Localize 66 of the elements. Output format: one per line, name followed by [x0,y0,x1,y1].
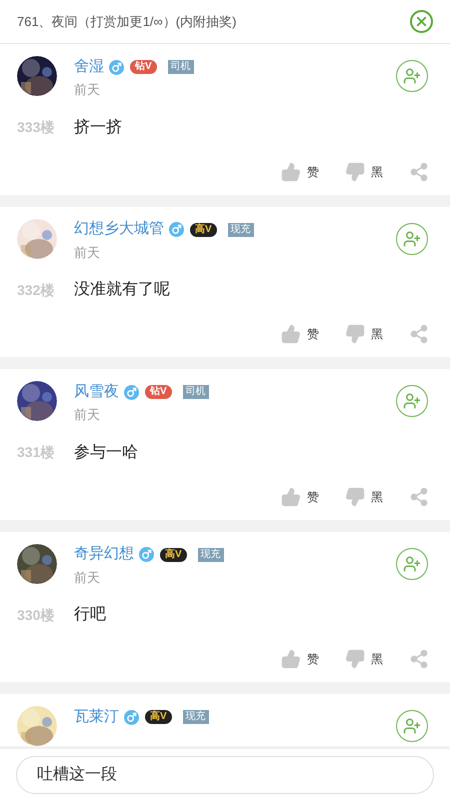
user-tag: 司机 [168,60,194,74]
comment-text: 行吧 [74,605,106,625]
vip-badge: 高V [190,222,217,236]
follow-button[interactable] [396,710,428,742]
post-time: 前天 [74,406,101,424]
vip-badge: 钻V [145,385,172,399]
share-button[interactable] [409,324,429,344]
thumbs-down-icon [345,486,365,506]
close-button[interactable] [410,10,433,33]
thumbs-up-icon [281,649,301,669]
dislike-button[interactable]: 黑 [345,649,383,669]
thumbs-down-icon [345,324,365,344]
thumbs-down-icon [345,649,365,669]
user-tag: 现充 [182,710,209,724]
thread-title: 761、夜间（打赏加更1/∞）(内附抽奖) [17,12,236,31]
male-icon [109,60,124,74]
comment-text: 挤一挤 [74,118,122,138]
user-name[interactable]: 幻想乡大城管 [74,218,164,241]
thumbs-down-icon [345,162,365,182]
vip-badge: 钻V [130,60,157,74]
close-icon [414,14,429,29]
like-button[interactable]: 赞 [281,486,319,506]
dislike-button[interactable]: 黑 [345,162,383,182]
add-user-icon [403,392,421,410]
share-button[interactable] [409,162,429,182]
male-icon [139,547,154,562]
vip-badge: 高V [160,548,187,562]
add-user-icon [403,67,421,85]
like-button[interactable]: 赞 [281,162,319,182]
user-name[interactable]: 舍湿 [74,56,104,78]
male-icon [169,222,184,237]
user-name[interactable]: 奇异幻想 [74,543,134,566]
vip-badge: 高V [145,710,172,724]
follow-button[interactable] [396,222,428,254]
post-time: 前天 [74,568,101,586]
comment-input[interactable]: 吐槽这一段 [16,756,434,794]
like-button[interactable]: 赞 [281,649,319,669]
comment-text: 没准就有了呢 [74,280,170,300]
thumbs-up-icon [281,324,301,344]
share-icon [409,649,429,669]
follow-button[interactable] [396,385,428,417]
follow-button[interactable] [396,60,428,92]
user-name[interactable]: 风雪夜 [74,380,119,404]
follow-button[interactable] [396,548,428,580]
thumbs-up-icon [281,486,301,506]
male-icon [124,384,139,400]
user-tag: 现充 [228,222,254,236]
add-user-icon [403,554,421,572]
dislike-button[interactable]: 黑 [345,486,383,506]
comment-text: 参与一哈 [74,442,138,462]
share-icon [409,486,429,506]
post-time: 前天 [74,244,101,262]
like-button[interactable]: 赞 [281,324,319,344]
share-icon [409,324,429,344]
add-user-icon [403,717,421,735]
user-tag: 司机 [182,385,209,399]
male-icon [124,710,139,724]
user-tag: 现充 [198,548,224,562]
share-icon [409,162,429,182]
share-button[interactable] [409,486,429,506]
thumbs-up-icon [281,162,301,182]
user-name[interactable]: 瓦莱汀 [74,706,119,728]
post-time: 前天 [74,81,101,99]
add-user-icon [403,230,421,248]
share-button[interactable] [409,649,429,669]
dislike-button[interactable]: 黑 [345,324,383,344]
